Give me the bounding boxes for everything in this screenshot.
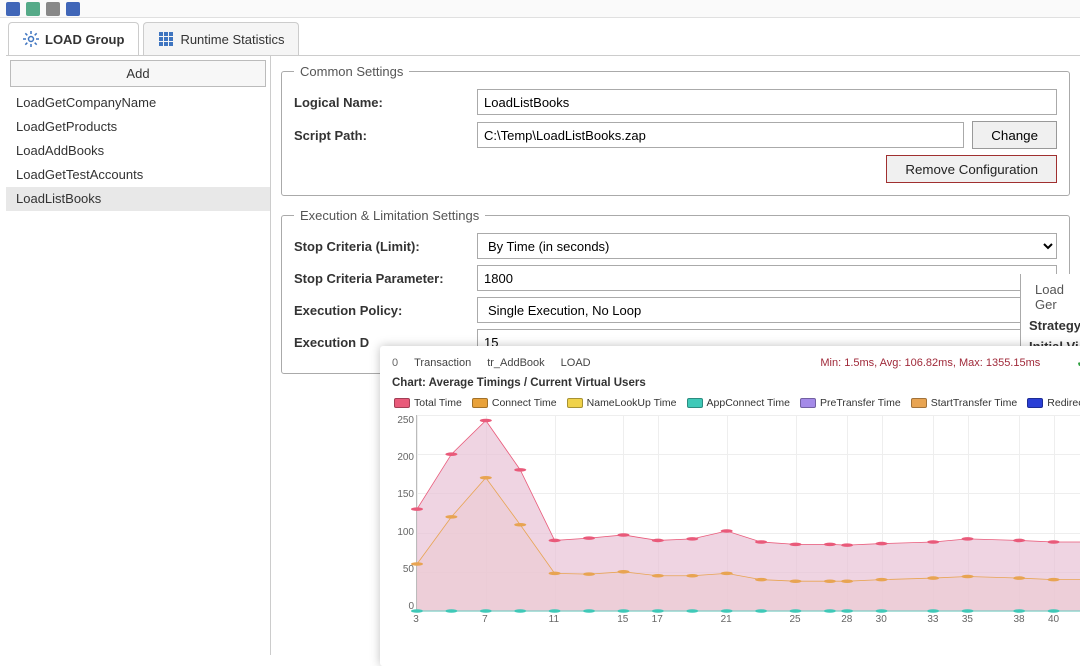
legend-swatch: [567, 398, 583, 408]
common-settings-group: Common Settings Logical Name: Script Pat…: [281, 64, 1070, 196]
chart-plot: [416, 415, 1080, 612]
tab-load-group[interactable]: LOAD Group: [8, 22, 139, 55]
legend-swatch: [800, 398, 816, 408]
script-item[interactable]: LoadAddBooks: [6, 139, 270, 163]
tab-label: LOAD Group: [45, 32, 124, 47]
execution-policy-select[interactable]: Single Execution, No Loop: [477, 297, 1057, 323]
legend-swatch: [911, 398, 927, 408]
script-item[interactable]: LoadGetProducts: [6, 115, 270, 139]
chart-transaction-name: tr_AddBook: [487, 357, 544, 369]
chart-header: 0 Transaction tr_AddBook LOAD Min: 1.5ms…: [388, 352, 1080, 377]
stop-criteria-param-label: Stop Criteria Parameter:: [294, 271, 469, 286]
add-button[interactable]: Add: [10, 60, 266, 87]
legend-item: Redirec: [1027, 397, 1080, 409]
chart-panel: 0 Transaction tr_AddBook LOAD Min: 1.5ms…: [380, 346, 1080, 666]
script-item[interactable]: LoadGetTestAccounts: [6, 163, 270, 187]
group-legend: Common Settings: [294, 64, 409, 79]
legend-swatch: [1027, 398, 1043, 408]
top-toolbar: [0, 0, 1080, 18]
legend-item: AppConnect Time: [687, 397, 790, 409]
legend-swatch: [687, 398, 703, 408]
chart-type-label: Transaction: [414, 357, 471, 369]
script-path-input[interactable]: [477, 122, 964, 148]
script-item[interactable]: LoadListBooks: [6, 187, 270, 211]
chart-title: Chart: Average Timings / Current Virtual…: [388, 377, 1080, 393]
logical-name-input[interactable]: [477, 89, 1057, 115]
gear-icon: [23, 31, 39, 47]
legend-item: NameLookUp Time: [567, 397, 677, 409]
load-gen-row: Strategy: [1029, 318, 1080, 333]
stop-criteria-limit-label: Stop Criteria (Limit):: [294, 239, 469, 254]
script-path-label: Script Path:: [294, 128, 469, 143]
group-legend: Load Ger: [1029, 282, 1080, 312]
remove-configuration-button[interactable]: Remove Configuration: [886, 155, 1057, 183]
script-item[interactable]: LoadGetCompanyName: [6, 91, 270, 115]
chart-stats: Min: 1.5ms, Avg: 106.82ms, Max: 1355.15m…: [820, 357, 1040, 369]
legend-swatch: [394, 398, 410, 408]
chart-legend: Total Time Connect Time NameLookUp Time App…: [388, 393, 1080, 415]
group-legend: Execution & Limitation Settings: [294, 208, 485, 223]
script-sidebar: Add LoadGetCompanyNameLoadGetProductsLoa…: [6, 56, 271, 655]
legend-item: PreTransfer Time: [800, 397, 901, 409]
legend-item: StartTransfer Time: [911, 397, 1018, 409]
chart-load-label: LOAD: [561, 357, 591, 369]
grid-icon: [158, 31, 174, 47]
tab-label: Runtime Statistics: [180, 32, 284, 47]
chart-index: 0: [392, 357, 398, 369]
stop-criteria-param-input[interactable]: [477, 265, 1057, 291]
check-icon: ✓: [1076, 354, 1080, 371]
tab-bar: LOAD Group Runtime Statistics: [0, 18, 1080, 55]
stop-criteria-limit-select[interactable]: By Time (in seconds): [477, 233, 1057, 259]
x-axis: 37111517212528303335384042: [416, 614, 1080, 630]
legend-item: Total Time: [394, 397, 462, 409]
change-button[interactable]: Change: [972, 121, 1057, 149]
legend-item: Connect Time: [472, 397, 557, 409]
y-axis: 250200150100500: [388, 415, 414, 612]
logical-name-label: Logical Name:: [294, 95, 469, 110]
tab-runtime-statistics[interactable]: Runtime Statistics: [143, 22, 299, 55]
chart-body: 250200150100500 371115172125283033353840…: [388, 415, 1080, 630]
legend-swatch: [472, 398, 488, 408]
script-list: LoadGetCompanyNameLoadGetProductsLoadAdd…: [6, 91, 270, 655]
execution-policy-label: Execution Policy:: [294, 303, 469, 318]
